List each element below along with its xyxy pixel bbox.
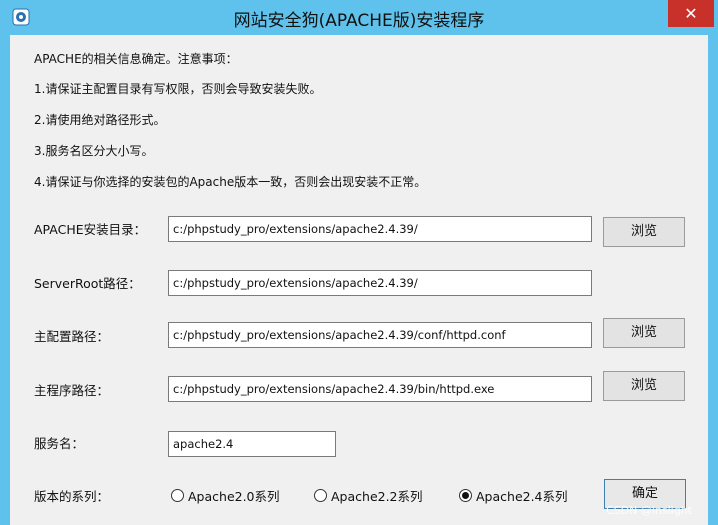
apache-dir-input[interactable]: c:/phpstudy_pro/extensions/apache2.4.39/ [168,216,592,242]
config-path-input[interactable]: c:/phpstudy_pro/extensions/apache2.4.39/… [168,322,592,348]
radio-dot [462,492,469,499]
title-bar: 网站安全狗(APACHE版)安装程序 ✕ [0,0,718,34]
server-root-label: ServerRoot路径： [34,276,141,291]
version-series-label: 版本的系列： [34,489,110,504]
note-4: 4.请保证与你选择的安装包的Apache版本一致，否则会出现安装不正常。 [34,175,427,189]
note-3: 3.服务名区分大小写。 [34,144,154,158]
watermark-text: CSDN @inslight [606,504,692,517]
apache-dir-label: APACHE安装目录： [34,222,147,237]
radio-label: Apache2.2系列 [331,489,423,504]
close-button[interactable]: ✕ [668,0,714,27]
service-name-input[interactable]: apache2.4 [168,431,336,457]
installer-form: APACHE的相关信息确定。注意事项： 1.请保证主配置目录有写权限，否则会导致… [10,35,708,525]
radio-button[interactable] [171,489,184,502]
apache-dir-browse-button[interactable]: 浏览 [603,217,685,247]
service-name-label: 服务名： [34,436,85,451]
exe-path-label: 主程序路径： [34,383,110,398]
exe-path-input[interactable]: c:/phpstudy_pro/extensions/apache2.4.39/… [168,376,592,402]
radio-button[interactable] [314,489,327,502]
note-2: 2.请使用绝对路径形式。 [34,113,166,127]
radio-button[interactable] [459,489,472,502]
radio-label: Apache2.4系列 [476,489,568,504]
radio-apache20[interactable]: Apache2.0系列 [171,486,280,504]
radio-apache22[interactable]: Apache2.2系列 [314,486,423,504]
config-path-browse-button[interactable]: 浏览 [603,318,685,348]
note-1: 1.请保证主配置目录有写权限，否则会导致安装失败。 [34,82,322,96]
radio-apache24[interactable]: Apache2.4系列 [459,486,568,504]
config-path-label: 主配置路径： [34,329,110,344]
radio-label: Apache2.0系列 [188,489,280,504]
notes-heading: APACHE的相关信息确定。注意事项： [34,52,238,66]
server-root-input[interactable]: c:/phpstudy_pro/extensions/apache2.4.39/ [168,270,592,296]
exe-path-browse-button[interactable]: 浏览 [603,371,685,401]
window-title: 网站安全狗(APACHE版)安装程序 [233,11,485,31]
